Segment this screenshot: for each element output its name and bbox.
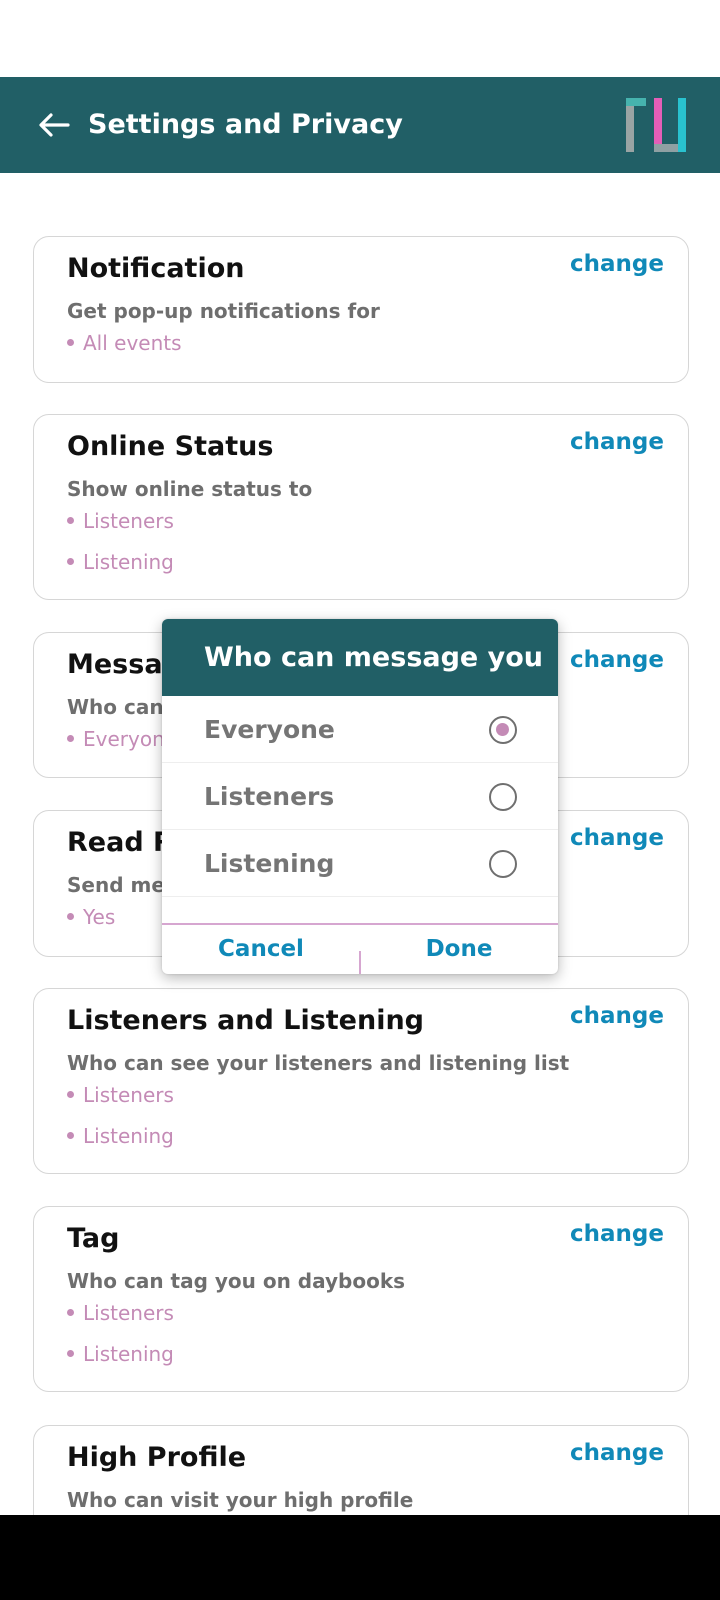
status-bar [0, 0, 720, 77]
back-button[interactable] [30, 101, 78, 149]
change-button[interactable]: change [570, 1003, 664, 1029]
card-option: Listeners [67, 1301, 174, 1325]
card-title: Tag [67, 1223, 120, 1254]
card-title: High Profile [67, 1442, 247, 1473]
card-option: Yes [67, 905, 115, 929]
app-logo [626, 98, 686, 152]
radio-unselected-icon[interactable] [489, 783, 517, 811]
card-subtitle: Who can tag you on daybooks [67, 1269, 406, 1293]
bullet-icon [67, 1091, 74, 1098]
bullet-icon [67, 1350, 74, 1357]
radio-unselected-icon[interactable] [489, 850, 517, 878]
card-title: Listeners and Listening [67, 1005, 425, 1036]
dialog-option-everyone[interactable]: Everyone [162, 696, 558, 763]
page-title: Settings and Privacy [88, 109, 403, 140]
option-label: Listeners [204, 782, 335, 811]
cancel-button[interactable]: Cancel [162, 925, 360, 974]
card-subtitle: Who can visit your high profile [67, 1488, 414, 1512]
card-option: Listening [67, 550, 174, 574]
card-subtitle: Who can see your listeners and listening… [67, 1051, 570, 1075]
bullet-icon [67, 1309, 74, 1316]
change-button[interactable]: change [570, 647, 664, 673]
bullet-icon [67, 913, 74, 920]
card-option: Listeners [67, 509, 174, 533]
card-option: All events [67, 331, 182, 355]
dialog-option-listening[interactable]: Listening [162, 830, 558, 897]
done-button[interactable]: Done [360, 925, 558, 974]
change-button[interactable]: change [570, 251, 664, 277]
card-subtitle: Get pop-up notifications for [67, 299, 380, 323]
change-button[interactable]: change [570, 825, 664, 851]
bullet-icon [67, 1132, 74, 1139]
card-option: Listeners [67, 1083, 174, 1107]
radio-selected-icon[interactable] [489, 716, 517, 744]
bullet-icon [67, 735, 74, 742]
message-permission-dialog: Who can message you Everyone Listeners L… [162, 619, 558, 974]
card-title: Online Status [67, 431, 274, 462]
bullet-icon [67, 517, 74, 524]
bullet-icon [67, 558, 74, 565]
change-button[interactable]: change [570, 1440, 664, 1466]
card-online-status: Online Status change Show online status … [33, 414, 689, 600]
card-option: Everyone [67, 727, 177, 751]
card-high-profile: High Profile change Who can visit your h… [33, 1425, 689, 1515]
card-tag: Tag change Who can tag you on daybooks L… [33, 1206, 689, 1392]
card-listeners-listening: Listeners and Listening change Who can s… [33, 988, 689, 1174]
system-navigation-bar [0, 1515, 720, 1600]
card-subtitle: Show online status to [67, 477, 313, 501]
card-notification: Notification change Get pop-up notificat… [33, 236, 689, 383]
card-option: Listening [67, 1124, 174, 1148]
dialog-option-listeners[interactable]: Listeners [162, 763, 558, 830]
dialog-header: Who can message you [162, 619, 558, 696]
arrow-left-icon [39, 113, 70, 137]
app-bar: Settings and Privacy [0, 77, 720, 173]
change-button[interactable]: change [570, 429, 664, 455]
card-subtitle: Send mes [67, 873, 177, 897]
bullet-icon [67, 339, 74, 346]
option-label: Everyone [204, 715, 335, 744]
dialog-title: Who can message you [204, 642, 544, 673]
option-label: Listening [204, 849, 335, 878]
card-option: Listening [67, 1342, 174, 1366]
card-title: Notification [67, 253, 245, 284]
change-button[interactable]: change [570, 1221, 664, 1247]
